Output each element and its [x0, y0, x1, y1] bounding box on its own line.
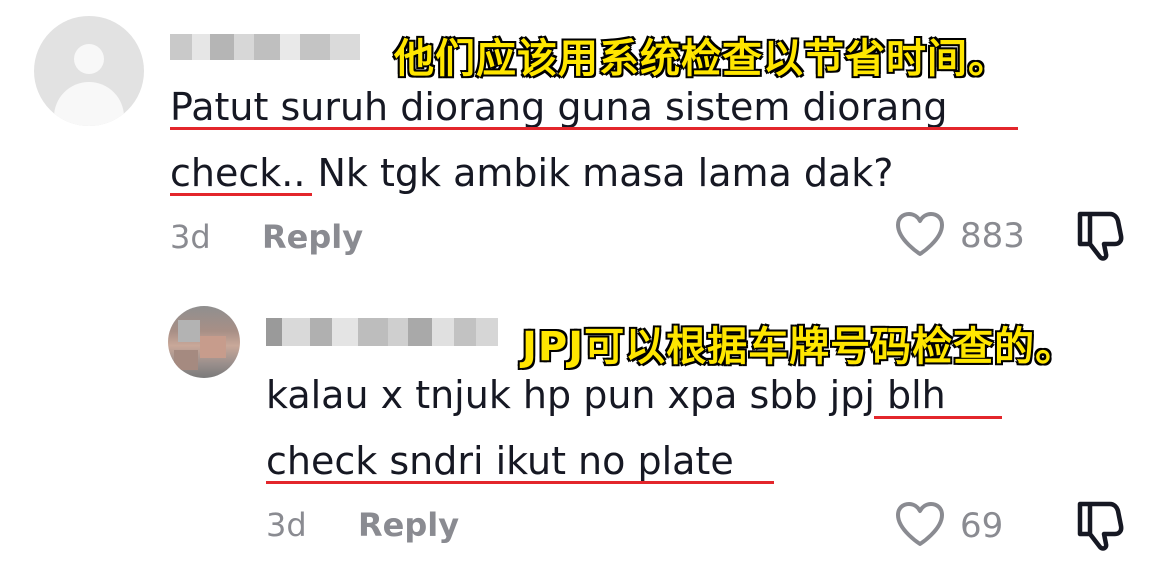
highlight-underline [170, 193, 312, 196]
heart-icon[interactable] [894, 500, 946, 548]
comment-text-line: check.. Nk tgk ambik masa lama dak? [170, 151, 894, 195]
username-blurred[interactable] [266, 318, 498, 346]
username-blurred[interactable] [170, 34, 360, 60]
highlight-underline [170, 127, 1018, 130]
comment-text-line: check sndri ikut no plate [266, 439, 734, 483]
like-count: 883 [960, 216, 1025, 256]
default-avatar-icon [74, 44, 104, 74]
heart-icon[interactable] [894, 210, 946, 258]
reply-button[interactable]: Reply [262, 218, 363, 256]
highlight-underline [874, 416, 1002, 419]
dislike-thumb-icon[interactable] [1074, 208, 1126, 262]
avatar[interactable] [168, 306, 240, 378]
avatar[interactable] [34, 16, 144, 126]
comment-text-line: kalau x tnjuk hp pun xpa sbb jpj blh [266, 373, 946, 417]
like-count: 69 [960, 506, 1004, 546]
reply-button[interactable]: Reply [358, 506, 459, 544]
comment-age: 3d [170, 218, 211, 256]
highlight-underline [266, 481, 774, 484]
dislike-thumb-icon[interactable] [1074, 498, 1126, 552]
comment-text-line: Patut suruh diorang guna sistem diorang [170, 85, 948, 129]
comment-age: 3d [266, 506, 307, 544]
